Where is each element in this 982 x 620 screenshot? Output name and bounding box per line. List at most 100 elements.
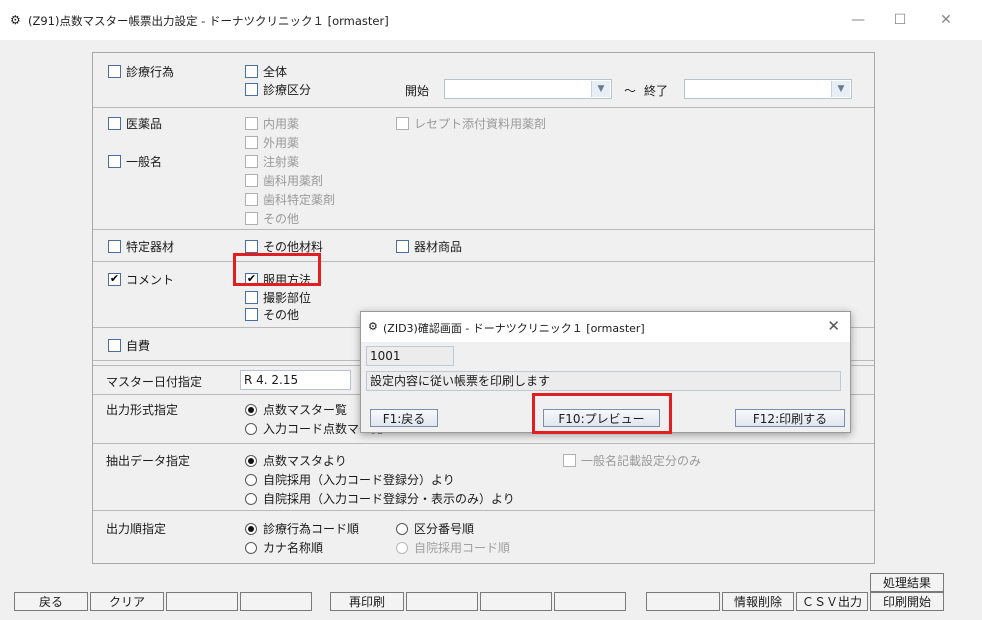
f3-button[interactable] <box>166 592 238 611</box>
radio-circle[interactable] <box>245 522 257 535</box>
checkbox-box[interactable] <box>108 117 121 130</box>
maximize-button[interactable]: ☐ <box>886 9 914 31</box>
checkbox-all[interactable]: 全体 <box>245 63 287 80</box>
csv-output-button[interactable]: ＣＳＶ出力 <box>796 592 868 611</box>
checkbox-box[interactable] <box>245 212 258 225</box>
checkbox-receipt-yakuzai[interactable]: レセプト添付資料用薬剤 <box>396 115 546 132</box>
checkbox-box[interactable] <box>108 339 121 352</box>
dialog-back-button[interactable]: F1:戻る <box>370 409 438 427</box>
checkbox-shinryo-koui[interactable]: 診療行為 <box>108 63 174 80</box>
radio-kana-order[interactable]: カナ名称順 <box>245 539 323 556</box>
checkbox-label: 全体 <box>263 65 288 79</box>
checkbox-naiyoyaku[interactable]: 内用薬 <box>245 115 299 132</box>
section-iyakuhin: 医薬品 一般名 内用薬 外用薬 注射薬 歯科用薬剤 歯科特定薬剤 その他 レセプ… <box>93 107 874 230</box>
f4-button[interactable] <box>240 592 312 611</box>
reprint-button[interactable]: 再印刷 <box>330 592 404 611</box>
radio-tensu-master-list[interactable]: 点数マスター覧 <box>245 401 347 418</box>
radio-shinryo-code-order[interactable]: 診療行為コード順 <box>245 520 359 537</box>
checkbox-box[interactable] <box>245 117 258 130</box>
checkbox-box[interactable] <box>108 155 121 168</box>
main-window: ⚙ (Z91)点数マスター帳票出力設定 - ドーナツクリニック１ [ormast… <box>0 0 982 620</box>
checkbox-label: 器材商品 <box>414 240 463 254</box>
checkbox-box[interactable] <box>563 454 576 467</box>
checkbox-box[interactable] <box>245 65 258 78</box>
radio-label: 自院採用（入力コード登録分・表示のみ）より <box>263 492 515 506</box>
checkbox-box[interactable] <box>108 240 121 253</box>
checkbox-tokutei-kizai[interactable]: 特定器材 <box>108 238 174 255</box>
chevron-down-icon[interactable]: ▼ <box>591 81 610 97</box>
start-combo[interactable]: ▼ <box>444 79 612 99</box>
dialog-print-button[interactable]: F12:印刷する <box>735 409 845 427</box>
checkbox-ippanmei-only[interactable]: 一般名記載設定分のみ <box>563 452 701 469</box>
checkbox-box[interactable] <box>245 291 258 304</box>
checkbox-box[interactable]: ✔ <box>108 273 121 286</box>
radio-label: カナ名称順 <box>263 541 324 555</box>
app-icon: ⚙ <box>10 13 21 27</box>
radio-circle[interactable] <box>245 492 257 505</box>
checkbox-box[interactable] <box>245 83 258 96</box>
checkbox-comment-other[interactable]: その他 <box>245 306 299 323</box>
info-delete-button[interactable]: 情報削除 <box>722 592 794 611</box>
checkbox-box[interactable] <box>245 174 258 187</box>
radio-tensu-master[interactable]: 点数マスタより <box>245 452 347 469</box>
master-date-input[interactable]: R 4. 2.15 <box>240 370 351 390</box>
end-combo[interactable]: ▼ <box>684 79 852 99</box>
checkbox-box[interactable] <box>396 240 409 253</box>
checkbox-jihi[interactable]: 自費 <box>108 337 150 354</box>
radio-circle[interactable] <box>245 454 257 467</box>
chevron-down-icon[interactable]: ▼ <box>831 81 850 97</box>
checkbox-ippanmei[interactable]: 一般名 <box>108 153 162 170</box>
checkbox-box[interactable] <box>245 193 258 206</box>
radio-jiin-input-code-display[interactable]: 自院採用（入力コード登録分・表示のみ）より <box>245 490 515 507</box>
checkbox-box[interactable] <box>245 136 258 149</box>
process-result-button[interactable]: 処理結果 <box>870 573 944 592</box>
checkbox-label: 注射薬 <box>263 155 300 169</box>
clear-button[interactable]: クリア <box>90 592 164 611</box>
title-bar: ⚙ (Z91)点数マスター帳票出力設定 - ドーナツクリニック１ [ormast… <box>0 0 982 40</box>
checkbox-shika-tokutei-yakuzai[interactable]: 歯科特定薬剤 <box>245 191 335 208</box>
radio-circle[interactable] <box>396 541 408 554</box>
minimize-button[interactable]: — <box>844 9 872 31</box>
radio-jiin-input-code[interactable]: 自院採用（入力コード登録分）より <box>245 471 455 488</box>
checkbox-chushayaku[interactable]: 注射薬 <box>245 153 299 170</box>
radio-circle[interactable] <box>396 522 408 535</box>
checkbox-box[interactable] <box>396 117 409 130</box>
section-order: 出力順指定 診療行為コード順 カナ名称順 区分番号順 自院採用コード順 <box>93 510 874 563</box>
radio-circle[interactable] <box>245 422 257 435</box>
print-start-button[interactable]: 印刷開始 <box>870 592 944 611</box>
start-label: 開始 <box>405 84 430 98</box>
checkbox-shika-yakuzai[interactable]: 歯科用薬剤 <box>245 172 323 189</box>
back-button[interactable]: 戻る <box>14 592 88 611</box>
checkbox-label: 医薬品 <box>126 117 163 131</box>
checkbox-satsuei-bui[interactable]: 撮影部位 <box>245 289 311 306</box>
f9-button[interactable] <box>646 592 720 611</box>
f8-button[interactable] <box>554 592 626 611</box>
radio-circle[interactable] <box>245 473 257 486</box>
radio-label: 自院採用コード順 <box>414 541 511 555</box>
close-icon[interactable]: ✕ <box>827 317 840 335</box>
close-button[interactable]: ✕ <box>932 9 960 31</box>
checkbox-comment[interactable]: ✔ コメント <box>108 271 174 288</box>
radio-kubun-number-order[interactable]: 区分番号順 <box>396 520 474 537</box>
radio-jiin-code-order[interactable]: 自院採用コード順 <box>396 539 510 556</box>
checkbox-box[interactable] <box>108 65 121 78</box>
highlight-box-fukuyo <box>233 253 321 286</box>
end-label: 終了 <box>644 84 669 98</box>
checkbox-iyakuhin-other[interactable]: その他 <box>245 210 299 227</box>
checkbox-box[interactable] <box>245 308 258 321</box>
radio-label: 点数マスター覧 <box>263 403 348 417</box>
f7-button[interactable] <box>480 592 552 611</box>
checkbox-box[interactable] <box>245 240 258 253</box>
checkbox-shinryo-kubun[interactable]: 診療区分 <box>245 81 311 98</box>
checkbox-iyakuhin[interactable]: 医薬品 <box>108 115 162 132</box>
checkbox-box[interactable] <box>245 155 258 168</box>
checkbox-gaiyoyaku[interactable]: 外用薬 <box>245 134 299 151</box>
radio-circle[interactable] <box>245 403 257 416</box>
f6-button[interactable] <box>406 592 478 611</box>
checkbox-label: その他 <box>263 308 300 322</box>
checkbox-kizai-shohin[interactable]: 器材商品 <box>396 238 462 255</box>
radio-circle[interactable] <box>245 541 257 554</box>
radio-label: 点数マスタより <box>263 454 347 468</box>
checkbox-label: 自費 <box>126 339 151 353</box>
checkbox-label: 歯科特定薬剤 <box>263 193 336 207</box>
